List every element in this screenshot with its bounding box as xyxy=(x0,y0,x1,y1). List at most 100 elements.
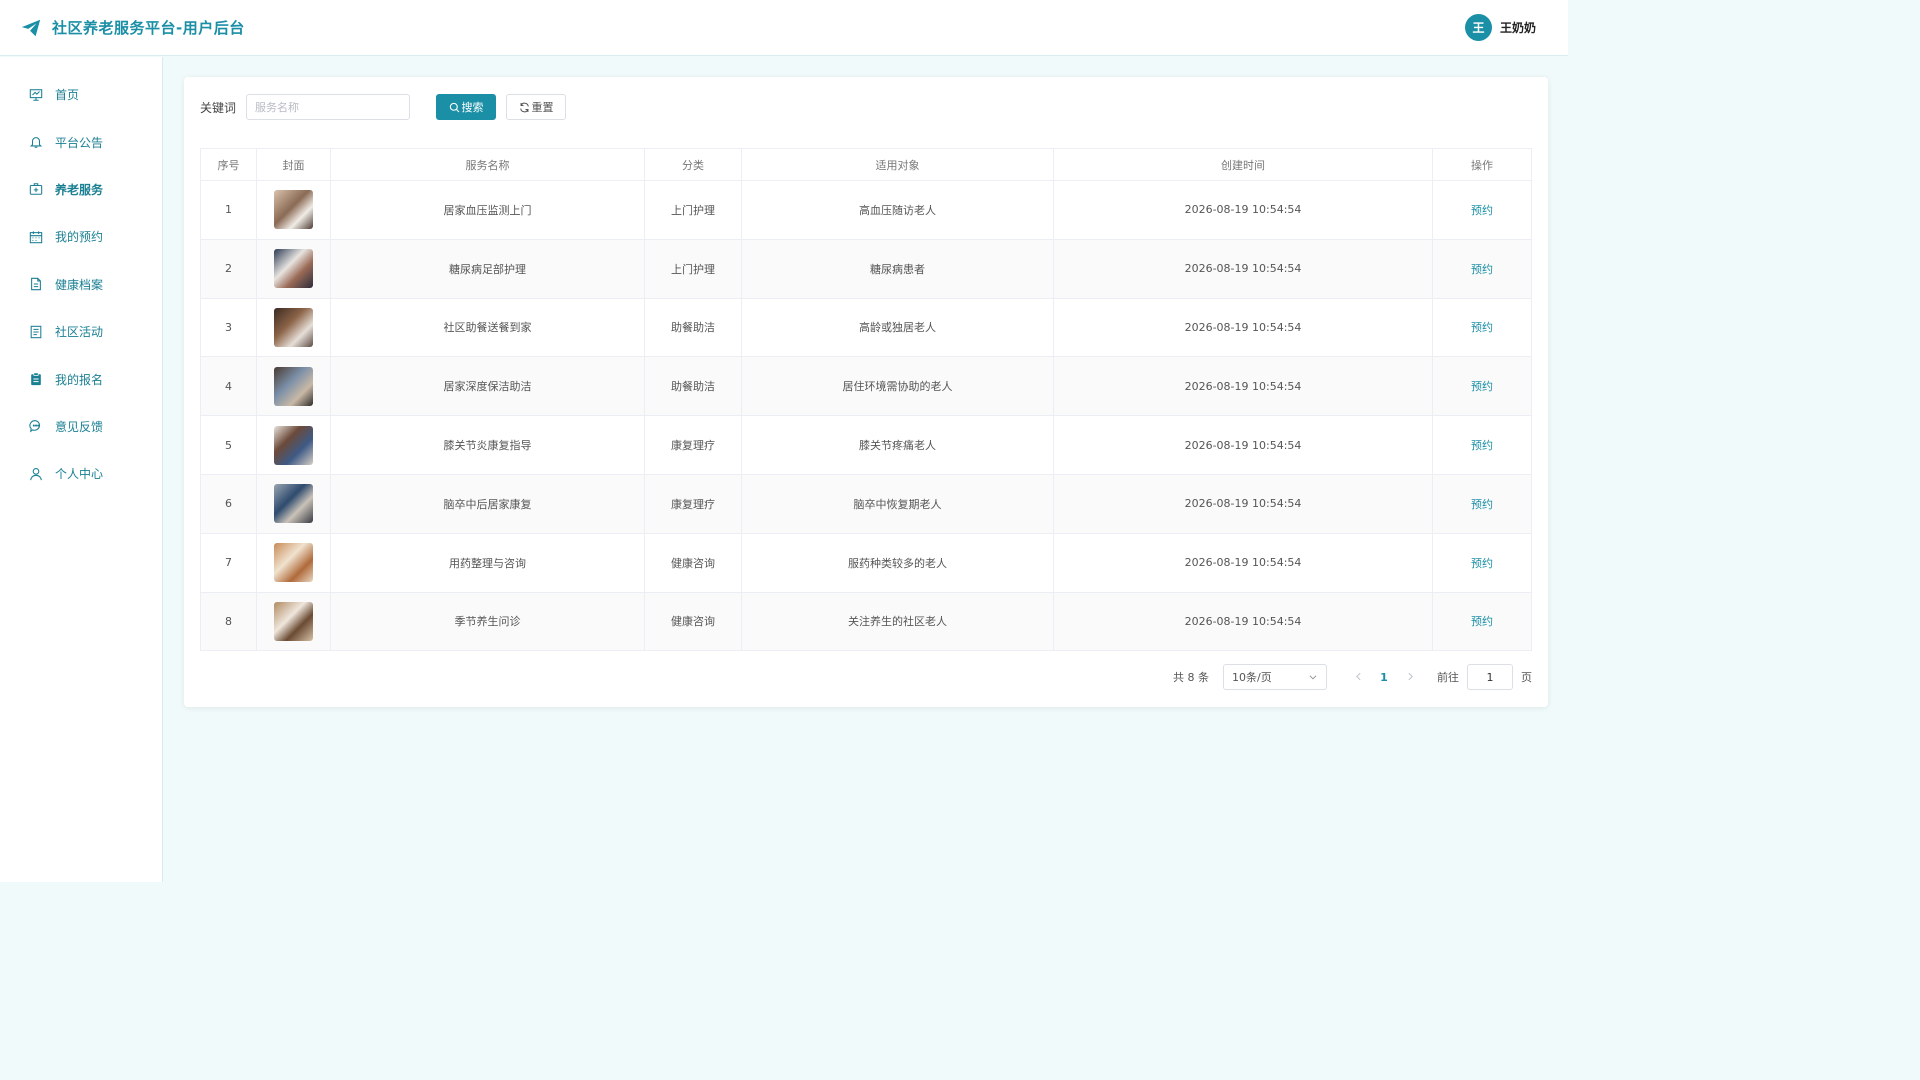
service-cover-image[interactable] xyxy=(274,601,313,641)
cell-category: 助餐助洁 xyxy=(644,297,742,358)
sidebar-item-community-activities[interactable]: 社区活动 xyxy=(0,308,162,355)
service-cover-image[interactable] xyxy=(274,190,313,230)
service-cover-image[interactable] xyxy=(274,484,313,524)
search-input[interactable] xyxy=(246,94,411,120)
next-page-button[interactable] xyxy=(1397,671,1423,684)
table-row: 5 膝关节炎康复指导 康复理疗 膝关节疼痛老人 2026-08-19 10:54… xyxy=(200,415,1532,475)
medical-kit-icon xyxy=(28,181,44,197)
service-cover-image[interactable] xyxy=(274,543,313,583)
sidebar-item-my-registrations[interactable]: 我的报名 xyxy=(0,355,162,402)
cell-action: 预约 xyxy=(1432,415,1532,475)
col-header-cover: 封面 xyxy=(256,148,331,181)
cell-category: 上门护理 xyxy=(644,238,742,299)
brand[interactable]: 社区养老服务平台-用户后台 xyxy=(20,17,245,39)
service-cover-image[interactable] xyxy=(274,425,313,465)
cell-action: 预约 xyxy=(1432,238,1532,299)
table-row: 6 脑卒中后居家康复 康复理疗 脑卒中恢复期老人 2026-08-19 10:5… xyxy=(200,473,1532,534)
document-icon xyxy=(28,276,44,292)
cell-target: 关注养生的社区老人 xyxy=(741,591,1054,652)
cell-category: 康复理疗 xyxy=(644,473,742,534)
page-number-button[interactable]: 1 xyxy=(1371,671,1397,684)
sidebar-item-announcements[interactable]: 平台公告 xyxy=(0,118,162,165)
chevron-down-icon xyxy=(1309,675,1317,680)
user-name[interactable]: 王奶奶 xyxy=(1500,19,1536,36)
search-bar: 关键词 搜索 重置 xyxy=(200,94,567,120)
book-button[interactable]: 预约 xyxy=(1471,439,1493,452)
book-button[interactable]: 预约 xyxy=(1471,321,1493,334)
cell-created: 2026-08-19 10:54:54 xyxy=(1053,297,1433,358)
cell-cover xyxy=(256,532,331,593)
sidebar: 首页 平台公告 养老服务 我的预约 健康档案 社区活动 我的报名 意见反馈 个人… xyxy=(0,57,163,882)
app-title: 社区养老服务平台-用户后台 xyxy=(52,19,245,37)
cell-action: 预约 xyxy=(1432,356,1532,417)
service-cover-image[interactable] xyxy=(274,366,313,406)
reset-button[interactable]: 重置 xyxy=(506,94,567,120)
cell-no: 4 xyxy=(200,356,257,417)
table-row: 4 居家深度保洁助洁 助餐助洁 居住环境需协助的老人 2026-08-19 10… xyxy=(200,356,1532,417)
cell-created: 2026-08-19 10:54:54 xyxy=(1053,473,1433,534)
cell-name: 糖尿病足部护理 xyxy=(330,238,645,299)
user-icon xyxy=(28,466,44,482)
book-button[interactable]: 预约 xyxy=(1471,263,1493,276)
chat-icon xyxy=(28,418,44,434)
cell-created: 2026-08-19 10:54:54 xyxy=(1053,415,1433,475)
col-header-created: 创建时间 xyxy=(1053,148,1433,181)
refresh-icon xyxy=(519,102,529,112)
sidebar-item-feedback[interactable]: 意见反馈 xyxy=(0,403,162,450)
goto-page-input[interactable] xyxy=(1467,664,1513,690)
paper-plane-icon xyxy=(20,17,42,39)
cell-no: 2 xyxy=(200,238,257,299)
cell-category: 助餐助洁 xyxy=(644,356,742,417)
cell-name: 社区助餐送餐到家 xyxy=(330,297,645,358)
service-cover-image[interactable] xyxy=(274,249,313,289)
cell-category: 健康咨询 xyxy=(644,532,742,593)
book-button[interactable]: 预约 xyxy=(1471,557,1493,570)
sidebar-item-elderly-services[interactable]: 养老服务 xyxy=(0,166,162,213)
search-button[interactable]: 搜索 xyxy=(436,94,497,120)
goto-label: 前往 xyxy=(1437,671,1459,684)
page-size-value: 10条/页 xyxy=(1232,671,1272,684)
book-button[interactable]: 预约 xyxy=(1471,380,1493,393)
page-size-select[interactable]: 10条/页 xyxy=(1223,664,1327,690)
book-button[interactable]: 预约 xyxy=(1471,498,1493,511)
table-row: 1 居家血压监测上门 上门护理 高血压随访老人 2026-08-19 10:54… xyxy=(200,180,1532,240)
cell-created: 2026-08-19 10:54:54 xyxy=(1053,532,1433,593)
col-header-no: 序号 xyxy=(200,148,257,181)
cell-no: 7 xyxy=(200,532,257,593)
cell-cover xyxy=(256,473,331,534)
table-header-row: 序号 封面 服务名称 分类 适用对象 创建时间 操作 xyxy=(200,148,1532,181)
cell-cover xyxy=(256,415,331,475)
book-button[interactable]: 预约 xyxy=(1471,615,1493,628)
service-cover-image[interactable] xyxy=(274,307,313,347)
cell-no: 1 xyxy=(200,180,257,240)
cell-target: 居住环境需协助的老人 xyxy=(741,356,1054,417)
col-header-target: 适用对象 xyxy=(741,148,1054,181)
cell-name: 用药整理与咨询 xyxy=(330,532,645,593)
cell-name: 居家深度保洁助洁 xyxy=(330,356,645,417)
cell-created: 2026-08-19 10:54:54 xyxy=(1053,591,1433,652)
cell-target: 高血压随访老人 xyxy=(741,180,1054,240)
table-row: 7 用药整理与咨询 健康咨询 服药种类较多的老人 2026-08-19 10:5… xyxy=(200,532,1532,593)
prev-page-button[interactable] xyxy=(1345,671,1371,684)
presentation-icon xyxy=(28,87,44,103)
sidebar-item-health-records[interactable]: 健康档案 xyxy=(0,261,162,308)
keyword-label: 关键词 xyxy=(200,100,237,115)
cell-name: 季节养生问诊 xyxy=(330,591,645,652)
table-row: 8 季节养生问诊 健康咨询 关注养生的社区老人 2026-08-19 10:54… xyxy=(200,591,1532,652)
user-menu[interactable]: 王 王奶奶 xyxy=(1464,14,1536,41)
search-icon xyxy=(449,102,459,112)
cell-no: 5 xyxy=(200,415,257,475)
cell-cover xyxy=(256,297,331,358)
cell-category: 上门护理 xyxy=(644,180,742,240)
cell-target: 高龄或独居老人 xyxy=(741,297,1054,358)
sidebar-item-my-appointments[interactable]: 我的预约 xyxy=(0,213,162,260)
avatar[interactable]: 王 xyxy=(1464,14,1492,41)
book-button[interactable]: 预约 xyxy=(1471,204,1493,217)
service-table: 序号 封面 服务名称 分类 适用对象 创建时间 操作 1 居家血压监测上门 上门… xyxy=(200,148,1532,652)
calendar-icon xyxy=(28,229,44,245)
sidebar-item-home[interactable]: 首页 xyxy=(0,71,162,118)
sidebar-item-profile[interactable]: 个人中心 xyxy=(0,450,162,497)
cell-cover xyxy=(256,591,331,652)
pagination: 共 8 条 10条/页 1 前往 页 xyxy=(1173,664,1532,690)
search-button-label: 搜索 xyxy=(461,101,484,114)
